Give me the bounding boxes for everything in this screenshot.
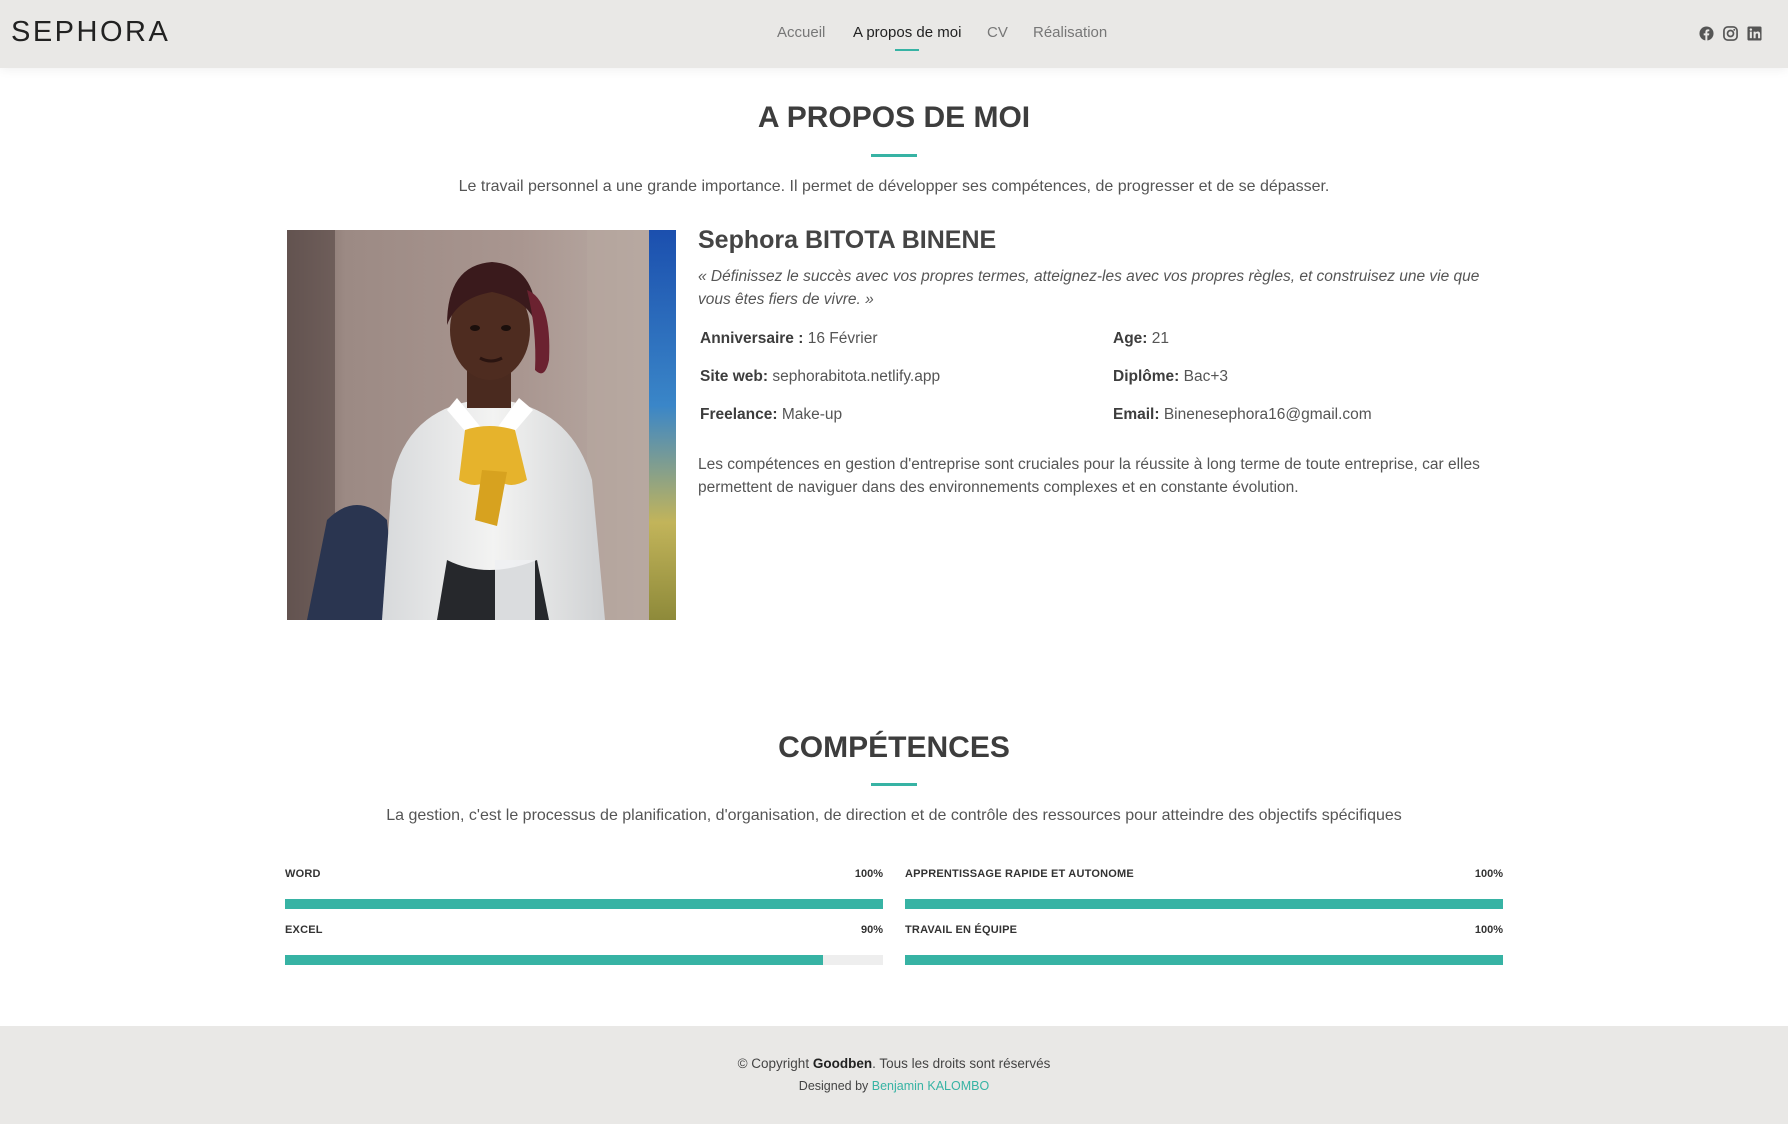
progress-track	[905, 899, 1503, 909]
designer-credits: Designed by Benjamin KALOMBO	[0, 1079, 1788, 1093]
credits-prefix: Designed by	[798, 1079, 872, 1093]
person-name: Sephora BITOTA BINENE	[698, 226, 997, 254]
linkedin-icon[interactable]	[1747, 26, 1762, 41]
skill-percent: 90%	[860, 924, 883, 936]
about-title-underline	[871, 154, 917, 157]
profile-photo	[287, 230, 676, 620]
info-freelance-value: Make-up	[781, 406, 843, 423]
skill-label: WORD	[285, 868, 321, 880]
info-birthday-value: 16 Février	[807, 330, 878, 347]
skill-percent: 100%	[854, 868, 883, 880]
info-website: Site web: sephorabitota.netlify.app	[700, 368, 940, 386]
info-age: Age: 21	[1113, 330, 1169, 348]
progress-fill	[285, 955, 824, 965]
info-degree-label: Diplôme:	[1113, 368, 1180, 385]
skill-percent: 100%	[1474, 924, 1503, 936]
designer-link[interactable]: Benjamin KALOMBO	[872, 1079, 989, 1093]
copyright-prefix: © Copyright	[737, 1056, 813, 1071]
progress-fill	[905, 955, 1503, 965]
facebook-icon[interactable]	[1699, 26, 1714, 41]
info-website-value: sephorabitota.netlify.app	[772, 368, 941, 385]
site-header: SEPHORA Accueil A propos de moi CV Réali…	[0, 0, 1788, 68]
progress-fill	[905, 899, 1503, 909]
info-age-label: Age:	[1113, 330, 1148, 347]
progress-track	[285, 899, 883, 909]
info-birthday-label: Anniversaire :	[700, 330, 804, 347]
progress-fill	[285, 899, 883, 909]
skill-label: EXCEL	[285, 924, 323, 936]
about-intro: Le travail personnel a une grande import…	[458, 178, 1330, 195]
info-freelance-label: Freelance:	[700, 406, 778, 423]
skills-section-title: COMPÉTENCES	[778, 731, 1010, 764]
personal-quote: « Définissez le succès avec vos propres …	[698, 268, 1480, 308]
copyright-text: © Copyright Goodben. Tous les droits son…	[0, 1056, 1788, 1071]
info-email: Email: Binenesephora16@gmail.com	[1113, 406, 1372, 424]
info-degree-value: Bac+3	[1183, 368, 1229, 385]
info-birthday: Anniversaire : 16 Février	[700, 330, 877, 348]
nav-item-a-propos[interactable]: A propos de moi	[853, 24, 961, 51]
info-freelance: Freelance: Make-up	[700, 406, 842, 424]
skill-label: APPRENTISSAGE RAPIDE ET AUTONOME	[905, 868, 1134, 880]
copyright-suffix: . Tous les droits sont réservés	[872, 1056, 1051, 1071]
nav-item-accueil[interactable]: Accueil	[777, 24, 825, 41]
main-nav: Accueil A propos de moi CV Réalisation	[0, 0, 1788, 68]
instagram-icon[interactable]	[1723, 26, 1738, 41]
about-paragraph: Les compétences en gestion d'entreprise …	[698, 456, 1480, 496]
progress-track	[285, 955, 883, 965]
info-degree: Diplôme: Bac+3	[1113, 368, 1228, 386]
skills-title-underline	[871, 783, 917, 786]
nav-item-realisation[interactable]: Réalisation	[1033, 24, 1107, 41]
skill-percent: 100%	[1474, 868, 1503, 880]
info-email-value: Binenesephora16@gmail.com	[1163, 406, 1372, 423]
info-age-value: 21	[1151, 330, 1170, 347]
about-section-title: A PROPOS DE MOI	[757, 101, 1031, 134]
skill-label: TRAVAIL EN ÉQUIPE	[905, 924, 1018, 936]
nav-item-cv[interactable]: CV	[987, 24, 1008, 41]
site-footer: © Copyright Goodben. Tous les droits son…	[0, 1026, 1788, 1124]
info-email-label: Email:	[1113, 406, 1160, 423]
copyright-brand: Goodben	[812, 1056, 873, 1071]
info-website-label: Site web:	[700, 368, 769, 385]
skills-intro: La gestion, c'est le processus de planif…	[386, 807, 1402, 824]
progress-track	[905, 955, 1503, 965]
